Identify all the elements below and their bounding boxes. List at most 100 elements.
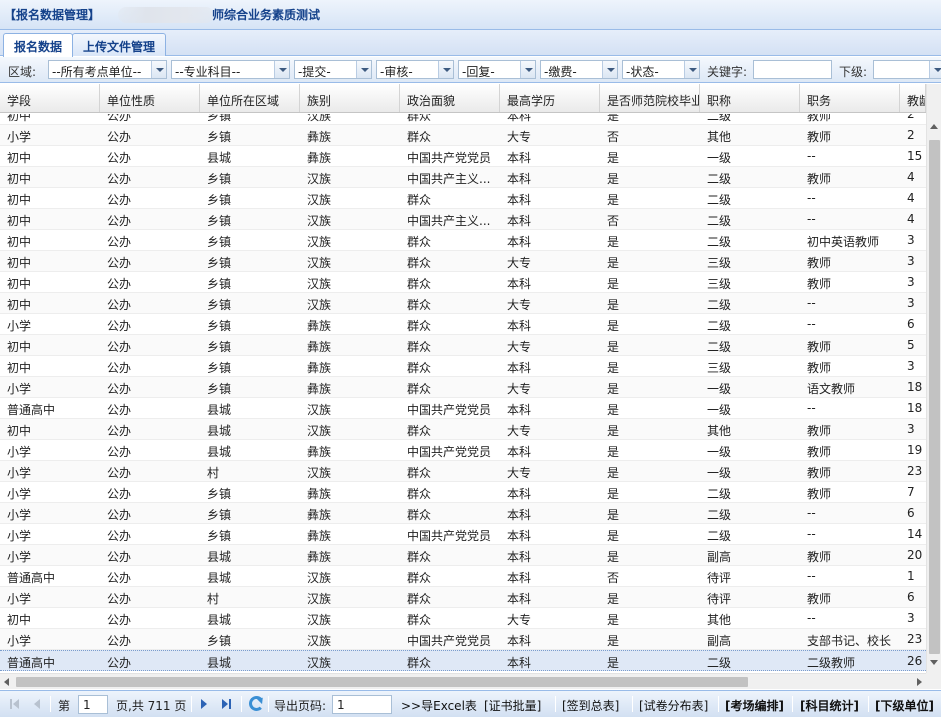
- table-row[interactable]: 初中 公办 乡镇 汉族 群众 本科 是 二级 初中英语教师 3: [0, 230, 926, 251]
- cell-unit-region: 村: [207, 592, 220, 606]
- cell-unit-region: 乡镇: [207, 634, 232, 648]
- cell-ethnicity: 汉族: [307, 571, 332, 585]
- cell-education: 本科: [507, 634, 532, 648]
- table-row[interactable]: 小学 公办 村 汉族 群众 本科 是 待评 教师 6: [0, 587, 926, 608]
- scroll-down-icon[interactable]: [930, 660, 938, 665]
- exam-room-arrange-button[interactable]: [考场编排]: [725, 697, 784, 714]
- page-total-text: 页,共 711 页: [116, 699, 187, 713]
- table-row[interactable]: 初中 公办 乡镇 汉族 中国共产主义... 本科 否 二级 -- 4: [0, 209, 926, 230]
- cell-position: --: [807, 296, 816, 310]
- current-page-input[interactable]: 1: [78, 695, 108, 714]
- scroll-left-icon[interactable]: [4, 678, 9, 686]
- next-page-icon[interactable]: [199, 699, 209, 709]
- region-select[interactable]: --所有考点单位--: [48, 60, 167, 79]
- export-page-input[interactable]: 1: [332, 695, 392, 714]
- column-header-teaching-years[interactable]: 教龄: [900, 84, 926, 112]
- column-header-normal-college[interactable]: 是否师范院校毕业: [600, 84, 700, 112]
- tab-registration-data[interactable]: 报名数据: [3, 33, 74, 57]
- subject-select[interactable]: --专业科目--: [171, 60, 290, 79]
- sub-units-button[interactable]: [下级单位]: [875, 697, 934, 714]
- certificate-batch-button[interactable]: [证书批量]: [484, 697, 541, 714]
- cell-stage: 初中: [7, 151, 32, 165]
- first-page-icon[interactable]: [10, 699, 20, 709]
- table-row[interactable]: 初中 公办 乡镇 汉族 群众 本科 是 二级 -- 4: [0, 188, 926, 209]
- vertical-scroll-thumb[interactable]: [929, 140, 940, 654]
- last-page-icon[interactable]: [222, 699, 232, 709]
- table-row[interactable]: 小学 公办 乡镇 彝族 群众 本科 是 二级 -- 6: [0, 314, 926, 335]
- reply-status-select[interactable]: -回复-: [458, 60, 536, 79]
- cell-unit-type: 公办: [107, 114, 132, 123]
- cell-normal-college: 是: [607, 487, 620, 501]
- cell-title: 一级: [707, 466, 732, 480]
- cell-normal-college: 是: [607, 424, 620, 438]
- table-row[interactable]: 初中 公办 乡镇 彝族 群众 大专 是 二级 教师 5: [0, 335, 926, 356]
- table-row[interactable]: 小学 公办 乡镇 彝族 中国共产党党员 本科 是 二级 -- 14: [0, 524, 926, 545]
- cell-education: 本科: [507, 445, 532, 459]
- keyword-input[interactable]: [753, 60, 832, 79]
- sub-level-select[interactable]: [873, 60, 941, 79]
- table-row[interactable]: 小学 公办 县城 彝族 中国共产党党员 本科 是 一级 教师 19: [0, 440, 926, 461]
- column-header-ethnicity[interactable]: 族别: [300, 84, 400, 112]
- table-row[interactable]: 初中 公办 乡镇 彝族 群众 本科 是 三级 教师 3: [0, 356, 926, 377]
- signin-total-button[interactable]: [签到总表]: [562, 697, 619, 714]
- table-row[interactable]: 初中 公办 乡镇 汉族 群众 大专 是 三级 教师 3: [0, 251, 926, 272]
- column-header-unit-region[interactable]: 单位所在区域: [200, 84, 300, 112]
- chevron-down-icon[interactable]: [356, 61, 371, 78]
- submit-status-select[interactable]: -提交-: [294, 60, 372, 79]
- table-row[interactable]: 初中 公办 乡镇 汉族 群众 本科 是 三级 教师 3: [0, 272, 926, 293]
- cell-title: 三级: [707, 361, 732, 375]
- column-header-unit-type[interactable]: 单位性质: [100, 84, 200, 112]
- table-row[interactable]: 初中 公办 乡镇 汉族 群众 本科 是 二级 教师 2: [0, 114, 926, 125]
- table-row[interactable]: 小学 公办 乡镇 汉族 中国共产党党员 本科 是 副高 支部书记、校长 23: [0, 629, 926, 650]
- table-row[interactable]: 小学 公办 县城 彝族 群众 本科 是 副高 教师 20: [0, 545, 926, 566]
- chevron-down-icon[interactable]: [274, 61, 289, 78]
- column-header-stage[interactable]: 学段: [0, 84, 100, 112]
- reply-status-value: -回复-: [462, 65, 495, 79]
- export-excel-button[interactable]: >>导Excel表: [401, 697, 477, 714]
- table-row[interactable]: 普通高中 公办 县城 汉族 群众 本科 是 二级 二级教师 26: [0, 650, 926, 671]
- paper-distribution-button[interactable]: [试卷分布表]: [639, 697, 708, 714]
- payment-status-select[interactable]: -缴费-: [540, 60, 618, 79]
- table-row[interactable]: 小学 公办 乡镇 彝族 群众 本科 是 二级 教师 7: [0, 482, 926, 503]
- scroll-right-icon[interactable]: [917, 678, 922, 686]
- table-row[interactable]: 小学 公办 村 汉族 群众 大专 是 一级 教师 23: [0, 461, 926, 482]
- table-row[interactable]: 普通高中 公办 县城 汉族 中国共产党党员 本科 是 一级 -- 18: [0, 398, 926, 419]
- cell-title: 二级: [707, 340, 732, 354]
- review-status-select[interactable]: -审核-: [376, 60, 454, 79]
- cell-education: 本科: [507, 277, 532, 291]
- cell-position: 教师: [807, 256, 832, 270]
- table-row[interactable]: 初中 公办 县城 汉族 群众 大专 是 其他 -- 3: [0, 608, 926, 629]
- column-header-political-status[interactable]: 政治面貌: [400, 84, 500, 112]
- column-header-position[interactable]: 职务: [800, 84, 900, 112]
- table-row[interactable]: 普通高中 公办 县城 汉族 群众 本科 否 待评 -- 1: [0, 566, 926, 587]
- horizontal-scroll-thumb[interactable]: [16, 677, 748, 687]
- table-row[interactable]: 小学 公办 乡镇 彝族 群众 大专 是 一级 语文教师 18: [0, 377, 926, 398]
- tab-upload-file-management[interactable]: 上传文件管理: [72, 33, 167, 56]
- table-row[interactable]: 初中 公办 乡镇 汉族 群众 大专 是 二级 -- 3: [0, 293, 926, 314]
- vertical-scrollbar[interactable]: [926, 84, 941, 673]
- cell-unit-type: 公办: [107, 151, 132, 165]
- table-row[interactable]: 初中 公办 乡镇 汉族 中国共产主义... 本科 是 二级 教师 4: [0, 167, 926, 188]
- state-select[interactable]: -状态-: [622, 60, 700, 79]
- subject-stats-button[interactable]: [科目统计]: [800, 697, 859, 714]
- chevron-down-icon[interactable]: [602, 61, 617, 78]
- refresh-icon[interactable]: [249, 696, 264, 711]
- chevron-down-icon[interactable]: [520, 61, 535, 78]
- cell-education: 本科: [507, 529, 532, 543]
- table-row[interactable]: 初中 公办 县城 汉族 群众 大专 是 其他 教师 3: [0, 419, 926, 440]
- chevron-down-icon[interactable]: [438, 61, 453, 78]
- table-row[interactable]: 初中 公办 县城 彝族 中国共产党党员 本科 是 一级 -- 15: [0, 146, 926, 167]
- horizontal-scrollbar[interactable]: [0, 673, 926, 689]
- chevron-down-icon[interactable]: [151, 61, 166, 78]
- prev-page-icon[interactable]: [32, 699, 42, 709]
- chevron-down-icon[interactable]: [929, 61, 941, 78]
- cell-stage: 小学: [7, 319, 32, 333]
- table-row[interactable]: 小学 公办 乡镇 彝族 群众 大专 否 其他 教师 2: [0, 125, 926, 146]
- cell-ethnicity: 汉族: [307, 214, 332, 228]
- chevron-down-icon[interactable]: [684, 61, 699, 78]
- cell-unit-type: 公办: [107, 487, 132, 501]
- table-row[interactable]: 小学 公办 乡镇 彝族 群众 本科 是 二级 -- 6: [0, 503, 926, 524]
- scroll-up-icon[interactable]: [930, 124, 938, 129]
- column-header-title[interactable]: 职称: [700, 84, 800, 112]
- column-header-education[interactable]: 最高学历: [500, 84, 600, 112]
